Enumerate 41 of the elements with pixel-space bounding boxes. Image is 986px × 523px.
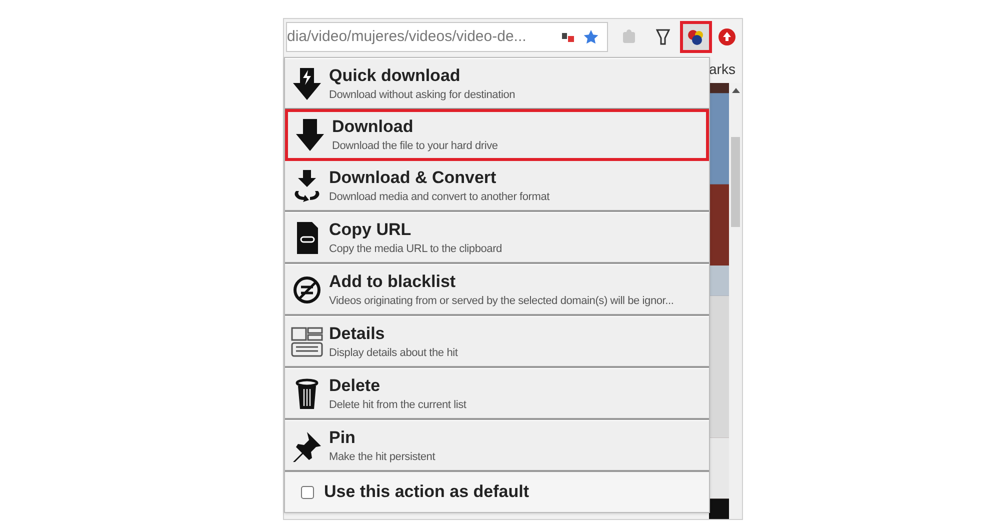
menu-item[interactable]: Delete Delete hit from the current list <box>285 368 709 420</box>
download-arrow-icon <box>295 118 325 152</box>
star-icon[interactable] <box>583 29 599 45</box>
funnel-icon[interactable] <box>656 28 670 46</box>
colored-balls-icon[interactable] <box>686 28 706 46</box>
download-recycle-icon <box>292 168 322 202</box>
item-title: Delete <box>329 374 382 396</box>
item-title: Download <box>332 116 414 138</box>
blocked-icon <box>292 274 322 304</box>
menu-item[interactable]: Details Display details about the hit <box>285 316 709 368</box>
item-description: Copy the media URL to the clipboard <box>329 242 502 256</box>
checkbox-label: Use this action as default <box>324 481 529 504</box>
item-title: Pin <box>329 426 356 448</box>
item-title: Details <box>329 322 386 344</box>
pushpin-icon <box>291 430 323 462</box>
details-layout-icon <box>291 326 323 356</box>
item-description: Videos originating from or served by the selected domain(s) will be ignor... <box>329 294 674 308</box>
checkbox[interactable] <box>301 486 314 498</box>
media-icon[interactable] <box>561 30 575 44</box>
item-description: Download the file to your hard drive <box>332 139 498 154</box>
trash-icon <box>295 378 319 410</box>
scroll-thumb[interactable] <box>731 137 740 227</box>
item-description: Delete hit from the current list <box>329 398 466 412</box>
bookmarks-text: arks <box>709 60 736 79</box>
download-bolt-icon <box>292 66 322 100</box>
item-description: Download without asking for destination <box>329 88 516 102</box>
item-description: Display details about the hit <box>329 346 458 360</box>
item-description: Make the hit persistent <box>329 450 436 464</box>
menu-item[interactable]: Download & Convert Download media and convert to another format <box>285 160 709 212</box>
item-description: Download media and convert to another format <box>329 190 550 204</box>
menu-item[interactable]: Add to blacklist Videos originating from or served by the selected domain(s) will be ignor... <box>285 264 709 316</box>
menu-item[interactable]: Copy URL Copy the media URL to the clipboard <box>285 212 709 264</box>
item-title: Add to blacklist <box>329 270 457 292</box>
item-title: Download & Convert <box>329 166 498 188</box>
url-text: dia/video/mujeres/videos/video-de... <box>287 26 528 47</box>
menu-item[interactable]: Download Download the file to your hard drive <box>285 109 709 161</box>
item-title: Copy URL <box>329 218 412 240</box>
item-title: Quick download <box>329 64 462 86</box>
upload-icon[interactable] <box>718 28 736 46</box>
scroll-up-icon[interactable] <box>732 87 740 93</box>
address-field[interactable]: dia/video/mujeres/videos/video-de... <box>286 22 608 52</box>
